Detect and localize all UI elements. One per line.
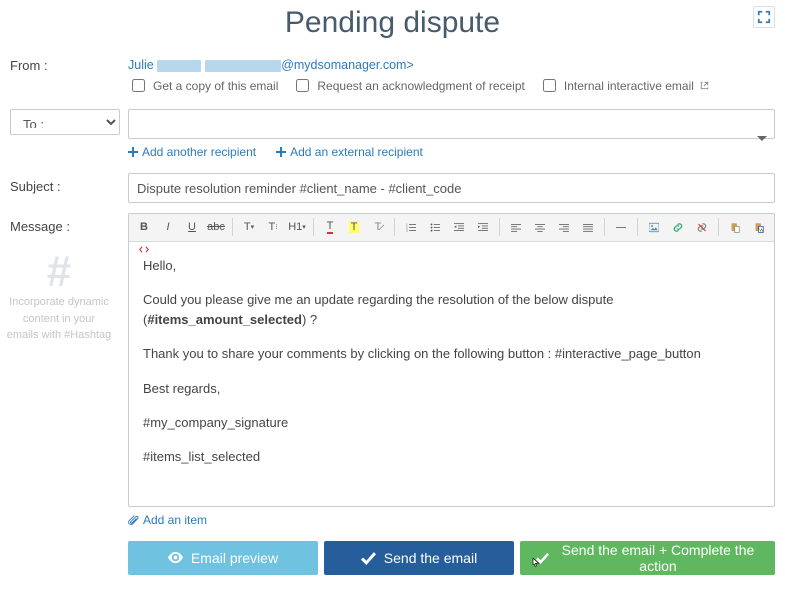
button-label: Send the email bbox=[384, 550, 477, 566]
external-link-icon bbox=[699, 80, 710, 91]
body-line: Thank you to share your comments by clic… bbox=[143, 344, 760, 364]
toolbar-separator bbox=[604, 218, 605, 236]
checkbox-internal[interactable]: Internal interactive email bbox=[539, 76, 710, 95]
to-input[interactable] bbox=[128, 109, 775, 139]
hashtag-hint: # Incorporate dynamic content in your em… bbox=[0, 250, 118, 344]
checkbox-input[interactable] bbox=[543, 79, 556, 92]
checkbox-input[interactable] bbox=[296, 79, 309, 92]
add-another-recipient-link[interactable]: Add another recipient bbox=[128, 145, 256, 159]
attachment-icon bbox=[128, 515, 139, 526]
clear-format-button[interactable]: T̷ bbox=[367, 217, 389, 237]
toolbar-separator bbox=[313, 218, 314, 236]
outdent-button[interactable] bbox=[448, 217, 470, 237]
checkbox-label: Internal interactive email bbox=[564, 79, 694, 93]
plus-icon bbox=[276, 147, 286, 157]
body-line: Could you please give me an update regar… bbox=[143, 290, 760, 330]
toolbar-separator bbox=[718, 218, 719, 236]
expand-icon bbox=[757, 10, 771, 24]
toolbar-separator bbox=[499, 218, 500, 236]
ordered-list-button[interactable]: 123 bbox=[400, 217, 422, 237]
editor-toolbar: B I U abc T▾ T⁝ H1▾ T T T̷ 123 bbox=[129, 214, 774, 242]
checkbox-get-copy[interactable]: Get a copy of this email bbox=[128, 76, 278, 95]
expand-button[interactable] bbox=[753, 6, 775, 28]
button-label: Email preview bbox=[191, 550, 278, 566]
eye-icon bbox=[168, 550, 183, 565]
svg-text:3: 3 bbox=[406, 228, 408, 232]
link-label: Add an item bbox=[143, 513, 207, 527]
link-button[interactable] bbox=[667, 217, 689, 237]
checkbox-label: Request an acknowledgment of receipt bbox=[317, 79, 524, 93]
indent-button[interactable] bbox=[472, 217, 494, 237]
align-center-button[interactable] bbox=[529, 217, 551, 237]
add-external-recipient-link[interactable]: Add an external recipient bbox=[276, 145, 423, 159]
to-type-select[interactable]: To : bbox=[10, 109, 120, 135]
checkbox-receipt[interactable]: Request an acknowledgment of receipt bbox=[292, 76, 524, 95]
paste-button[interactable] bbox=[724, 217, 746, 237]
toolbar-separator bbox=[637, 218, 638, 236]
checkbox-input[interactable] bbox=[132, 79, 145, 92]
button-label: Send the email + Complete the action bbox=[557, 542, 759, 574]
redacted-segment bbox=[157, 60, 201, 72]
body-line: #items_list_selected bbox=[143, 447, 760, 467]
add-item-link[interactable]: Add an item bbox=[128, 513, 207, 527]
heading-button[interactable]: H1▾ bbox=[286, 217, 308, 237]
from-value: Julie @mydsomanager.com> bbox=[128, 52, 775, 72]
from-name: Julie bbox=[128, 58, 154, 72]
link-label: Add another recipient bbox=[142, 145, 256, 159]
send-complete-button[interactable]: Send the email + Complete the action bbox=[520, 541, 775, 575]
italic-button[interactable]: I bbox=[157, 217, 179, 237]
font-size-button[interactable]: T▾ bbox=[238, 217, 260, 237]
bg-color-button[interactable]: T bbox=[343, 217, 365, 237]
send-email-button[interactable]: Send the email bbox=[324, 541, 514, 575]
from-domain: @mydsomanager.com> bbox=[281, 58, 414, 72]
check-icon bbox=[536, 550, 549, 565]
align-justify-button[interactable] bbox=[577, 217, 599, 237]
rich-text-editor: B I U abc T▾ T⁝ H1▾ T T T̷ 123 bbox=[128, 213, 775, 507]
page-title: Pending dispute bbox=[10, 6, 775, 40]
subject-input[interactable] bbox=[128, 173, 775, 203]
underline-button[interactable]: U bbox=[181, 217, 203, 237]
link-label: Add an external recipient bbox=[290, 145, 423, 159]
checkbox-label: Get a copy of this email bbox=[153, 79, 278, 93]
toolbar-separator bbox=[232, 218, 233, 236]
unordered-list-button[interactable] bbox=[424, 217, 446, 237]
hr-button[interactable] bbox=[610, 217, 632, 237]
hash-icon: # bbox=[6, 250, 112, 294]
body-line: #my_company_signature bbox=[143, 413, 760, 433]
editor-textarea[interactable]: Hello, Could you please give me an updat… bbox=[129, 242, 774, 506]
body-line: Hello, bbox=[143, 256, 760, 276]
align-left-button[interactable] bbox=[505, 217, 527, 237]
toolbar-separator bbox=[394, 218, 395, 236]
paste-word-button[interactable]: W bbox=[748, 217, 770, 237]
strike-button[interactable]: abc bbox=[205, 217, 227, 237]
hint-text: Incorporate dynamic content in your emai… bbox=[6, 294, 112, 344]
svg-text:W: W bbox=[759, 227, 764, 232]
from-label: From : bbox=[10, 52, 128, 73]
image-button[interactable] bbox=[643, 217, 665, 237]
message-label: Message : bbox=[10, 213, 128, 234]
check-icon bbox=[361, 550, 376, 565]
subject-label: Subject : bbox=[10, 173, 128, 194]
body-line: Best regards, bbox=[143, 379, 760, 399]
text-color-button[interactable]: T bbox=[319, 217, 341, 237]
redacted-segment bbox=[205, 60, 281, 72]
bold-button[interactable]: B bbox=[133, 217, 155, 237]
plus-icon bbox=[128, 147, 138, 157]
unlink-button[interactable] bbox=[691, 217, 713, 237]
email-preview-button[interactable]: Email preview bbox=[128, 541, 318, 575]
align-right-button[interactable] bbox=[553, 217, 575, 237]
font-family-button[interactable]: T⁝ bbox=[262, 217, 284, 237]
